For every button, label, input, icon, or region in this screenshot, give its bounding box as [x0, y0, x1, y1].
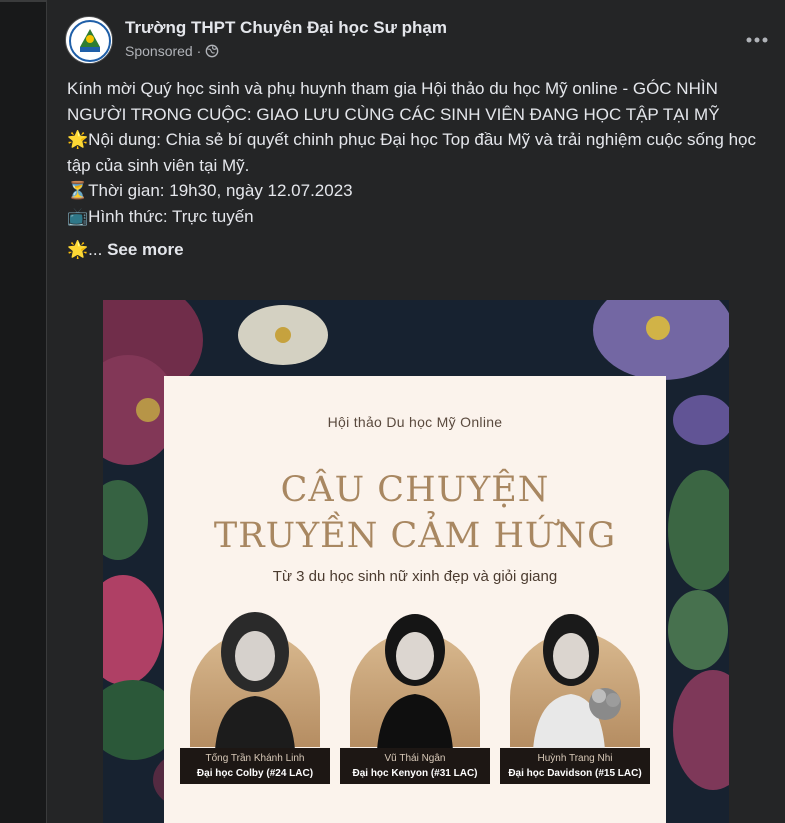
speaker-school: Đại học Davidson (#15 LAC) — [508, 768, 642, 779]
sponsored-label[interactable]: Sponsored · — [125, 43, 201, 59]
see-more-prefix: 🌟... — [67, 240, 103, 259]
globe-icon — [205, 44, 219, 58]
post-image[interactable]: Hội thảo Du học Mỹ Online CÂU CHUYỆN TRU… — [103, 300, 729, 823]
speaker-card: Vũ Thái Ngân Đại học Kenyon (#31 LAC) — [340, 602, 490, 823]
post-text-line: Kính mời Quý học sinh và phụ huynh tham … — [67, 79, 720, 124]
post-text-line: 🌟Nội dung: Chia sẻ bí quyết chinh phục Đ… — [67, 130, 756, 175]
speaker-portrait — [215, 612, 295, 750]
event-poster: Hội thảo Du học Mỹ Online CÂU CHUYỆN TRU… — [164, 376, 666, 823]
speaker-name: Tống Trần Khánh Linh — [205, 753, 305, 764]
speaker-card: Tống Trần Khánh Linh Đại học Colby (#24 … — [180, 602, 330, 823]
poster-title-line-1: CÂU CHUYỆN — [280, 470, 550, 510]
school-logo-icon — [67, 18, 112, 63]
poster-tagline: Từ 3 du học sinh nữ xinh đẹp và giỏi gia… — [272, 568, 558, 585]
speaker-card: Huỳnh Trang Nhi Đại học Davidson (#15 LA… — [500, 602, 650, 823]
sponsored-post-card: Trường THPT Chuyên Đại học Sư phạm Spons… — [46, 0, 785, 823]
page-name-link[interactable]: Trường THPT Chuyên Đại học Sư phạm — [125, 18, 447, 38]
speaker-nameplate: Tống Trần Khánh Linh Đại học Colby (#24 … — [180, 748, 330, 784]
more-options-button[interactable] — [739, 22, 775, 58]
post-text-line: 📺Hình thức: Trực tuyến — [67, 206, 254, 226]
speaker-nameplate: Vũ Thái Ngân Đại học Kenyon (#31 LAC) — [340, 748, 490, 784]
speaker-portrait — [377, 614, 453, 750]
see-more-row: 🌟... See more — [67, 237, 772, 263]
speaker-school: Đại học Kenyon (#31 LAC) — [352, 768, 478, 779]
speaker-portrait — [533, 614, 621, 750]
post-header: Trường THPT Chuyên Đại học Sư phạm Spons… — [65, 14, 775, 64]
see-more-link[interactable]: See more — [107, 240, 184, 259]
speaker-school: Đại học Colby (#24 LAC) — [196, 768, 314, 779]
poster-title-line-2: TRUYỀN CẢM HỨNG — [213, 516, 617, 556]
speaker-nameplate: Huỳnh Trang Nhi Đại học Davidson (#15 LA… — [500, 748, 650, 784]
speaker-name: Vũ Thái Ngân — [384, 753, 446, 764]
post-text-line: ⏳Thời gian: 19h30, ngày 12.07.2023 — [67, 181, 353, 200]
speaker-list: Tống Trần Khánh Linh Đại học Colby (#24 … — [180, 602, 650, 823]
post-body: Kính mời Quý học sinh và phụ huynh tham … — [67, 76, 772, 263]
more-options-icon — [746, 37, 768, 43]
post-meta: Sponsored · — [125, 43, 219, 59]
speaker-name: Huỳnh Trang Nhi — [537, 753, 613, 764]
poster-subtitle: Hội thảo Du học Mỹ Online — [327, 414, 503, 430]
page-avatar[interactable] — [65, 16, 113, 64]
